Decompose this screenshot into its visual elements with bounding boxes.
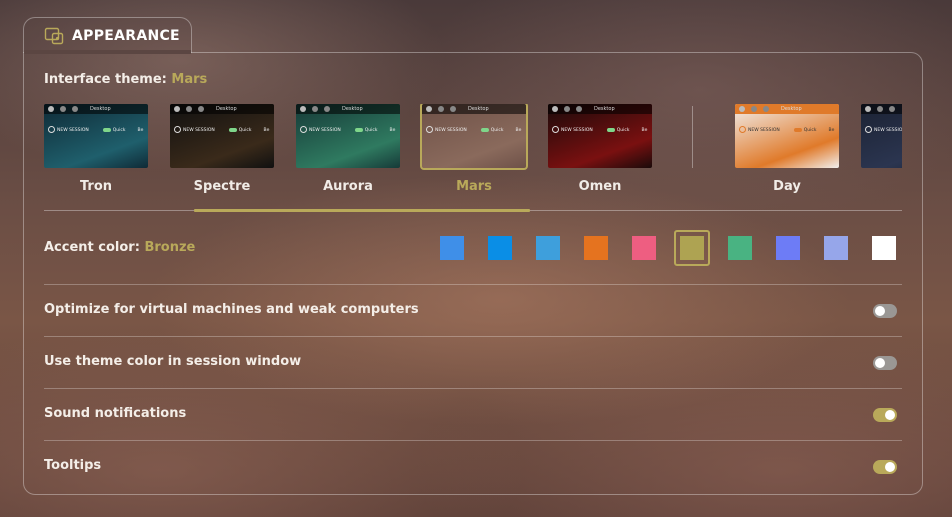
theme-thumbnail: DesktopNEW SESSIONQuickBe — [170, 104, 274, 168]
theme-name: Omen — [578, 179, 622, 194]
divider — [44, 336, 902, 337]
setting-optimize-vm-toggle[interactable] — [873, 304, 897, 318]
setting-tooltips-label: Tooltips — [44, 458, 102, 473]
setting-sound-notifications-toggle[interactable] — [873, 408, 897, 422]
theme-name: Mars — [456, 179, 492, 194]
theme-carousel-scroll-thumb[interactable] — [194, 209, 530, 212]
theme-name: N — [861, 179, 902, 194]
theme-thumbnail: DesktopNEW SESSIONQuickBe — [861, 104, 902, 168]
theme-thumbnail: DesktopNEW SESSIONQuickBe — [735, 104, 839, 168]
toggle-knob — [885, 410, 895, 420]
theme-option-tron[interactable]: Desktop NEW SESSION Quick Be Tron — [44, 104, 148, 194]
theme-thumbnail: DesktopNEW SESSIONQuickBe — [296, 104, 400, 168]
setting-theme-color-session-label: Use theme color in session window — [44, 354, 302, 369]
theme-thumbnail: DesktopNEW SESSIONQuickBe — [420, 104, 528, 170]
theme-thumbnail: DesktopNEW SESSIONQuickBe — [548, 104, 652, 168]
theme-name: Day — [773, 179, 801, 194]
theme-option-n[interactable]: DesktopNEW SESSIONQuickBe N — [861, 104, 902, 194]
setting-optimize-vm-label: Optimize for virtual machines and weak c… — [44, 302, 419, 317]
accent-color-caption: Accent color: — [44, 240, 140, 255]
setting-theme-color-session-toggle[interactable] — [873, 356, 897, 370]
divider — [44, 284, 902, 285]
toggle-knob — [875, 306, 885, 316]
accent-color-label: Accent color: Bronze — [44, 240, 195, 255]
theme-carousel: Desktop NEW SESSION Quick Be Tron Desktop NEW … — [44, 104, 902, 208]
toggle-knob — [885, 462, 895, 472]
theme-option-omen[interactable]: Desktop NEW SESSION Quick Be Omen — [548, 104, 652, 194]
theme-option-spectre[interactable]: Desktop NEW SESSION Quick Be Spectre — [170, 104, 274, 194]
divider — [44, 388, 902, 389]
theme-thumbnail: DesktopNEW SESSIONQuickBe — [44, 104, 148, 168]
theme-option-aurora[interactable]: Desktop NEW SESSION Quick Be Aurora — [296, 104, 400, 194]
theme-name: Aurora — [323, 179, 373, 194]
appearance-tab[interactable]: APPEARANCE — [23, 17, 192, 53]
accent-swatch-6[interactable] — [680, 236, 704, 260]
accent-swatch-2[interactable] — [488, 236, 512, 260]
section-title: APPEARANCE — [72, 27, 180, 44]
theme-name: Tron — [79, 179, 113, 194]
interface-theme-label: Interface theme: Mars — [44, 72, 207, 87]
theme-option-mars[interactable]: Desktop NEW SESSION Quick Be Mars — [420, 104, 528, 194]
setting-tooltips-toggle[interactable] — [873, 460, 897, 474]
accent-swatch-7[interactable] — [728, 236, 752, 260]
accent-swatch-9[interactable] — [824, 236, 848, 260]
accent-color-value: Bronze — [144, 240, 196, 255]
accent-swatch-4[interactable] — [584, 236, 608, 260]
accent-swatch-5[interactable] — [632, 236, 656, 260]
theme-group-divider — [692, 106, 693, 168]
accent-swatch-10[interactable] — [872, 236, 896, 260]
accent-swatch-8[interactable] — [776, 236, 800, 260]
theme-option-day[interactable]: Desktop NEW SESSION Quick Be Day — [735, 104, 839, 194]
divider — [44, 440, 902, 441]
interface-theme-caption: Interface theme: — [44, 72, 167, 87]
toggle-knob — [875, 358, 885, 368]
appearance-palette-icon — [44, 27, 64, 45]
accent-swatch-3[interactable] — [536, 236, 560, 260]
accent-swatch-1[interactable] — [440, 236, 464, 260]
theme-name: Spectre — [193, 179, 251, 194]
interface-theme-value: Mars — [171, 72, 208, 87]
setting-sound-notifications-label: Sound notifications — [44, 406, 187, 421]
